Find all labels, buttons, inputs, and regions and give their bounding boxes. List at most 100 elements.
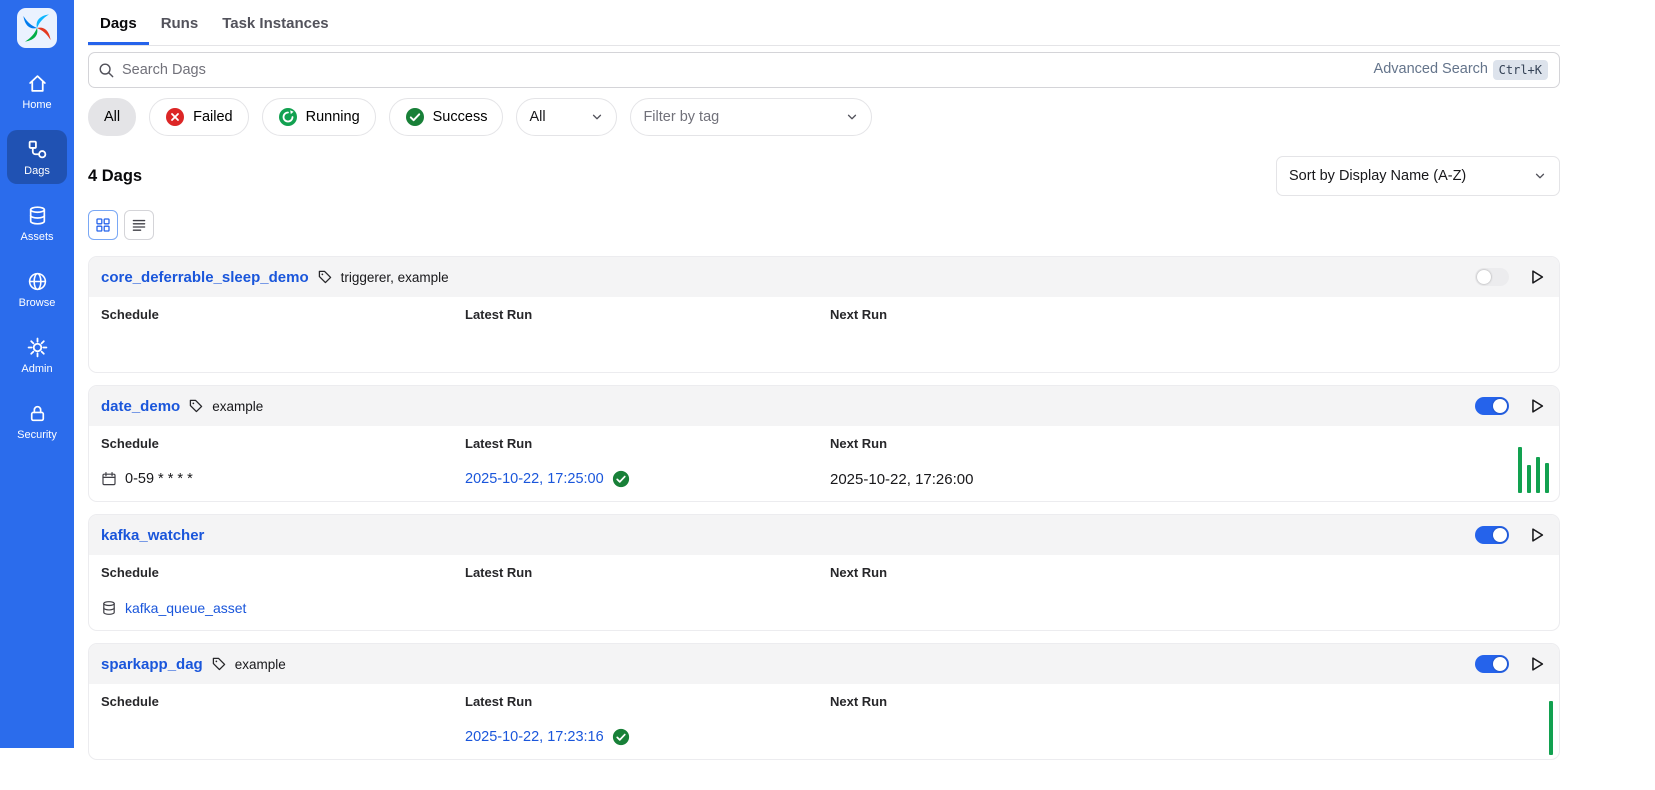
sort-select[interactable]: Sort by Display Name (A-Z) (1276, 156, 1560, 196)
advanced-search-link[interactable]: Advanced Search (1374, 61, 1488, 77)
run-history-bars[interactable] (1518, 447, 1549, 493)
chevron-down-icon (845, 110, 859, 124)
card-view-button[interactable] (88, 210, 118, 240)
latest-run-link[interactable]: 2025-10-22, 17:23:16 (465, 729, 604, 745)
tab-dags[interactable]: Dags (88, 0, 149, 45)
dag-pause-toggle[interactable] (1475, 268, 1509, 286)
home-icon (27, 73, 48, 94)
airflow-logo[interactable] (17, 8, 57, 48)
latest-run-link[interactable]: 2025-10-22, 17:25:00 (465, 471, 604, 487)
table-view-button[interactable] (124, 210, 154, 240)
chevron-down-icon (1533, 169, 1547, 183)
tab-runs[interactable]: Runs (149, 0, 211, 45)
schedule-column-label: Schedule (101, 694, 465, 709)
app-window: Home Dags Assets Browse (0, 0, 1655, 748)
dag-card: sparkapp_dag example (88, 643, 1560, 760)
dag-card-body: Schedule Latest Run Next Run 2025-10-22,… (89, 684, 1559, 759)
dag-count: 4 Dags (88, 167, 142, 186)
latest-run-column-label: Latest Run (465, 436, 830, 451)
dag-name-link[interactable]: sparkapp_dag (101, 656, 203, 673)
schedule-column-label: Schedule (101, 565, 465, 580)
dag-pause-toggle[interactable] (1475, 397, 1509, 415)
sidebar: Home Dags Assets Browse (0, 0, 74, 748)
dag-name-link[interactable]: core_deferrable_sleep_demo (101, 269, 309, 286)
play-icon (1528, 268, 1546, 286)
sidebar-item-admin[interactable]: Admin (7, 328, 67, 382)
run-bar[interactable] (1527, 465, 1531, 493)
trigger-dag-button[interactable] (1527, 267, 1547, 287)
dag-list: core_deferrable_sleep_demo triggerer, ex… (88, 256, 1560, 760)
latest-run-column-label: Latest Run (465, 694, 830, 709)
dag-card: core_deferrable_sleep_demo triggerer, ex… (88, 256, 1560, 373)
tag-icon (188, 398, 204, 414)
tab-task-instances[interactable]: Task Instances (210, 0, 340, 45)
dag-card-body: Schedule Latest Run Next Run 0-59 * * * … (89, 426, 1559, 501)
search-icon (98, 62, 114, 78)
dag-card-header: sparkapp_dag example (89, 644, 1559, 684)
dag-pause-toggle[interactable] (1475, 526, 1509, 544)
sidebar-item-dags[interactable]: Dags (7, 130, 67, 184)
tag-filter-placeholder: Filter by tag (643, 109, 719, 125)
dag-tags: example (235, 657, 286, 672)
success-check-icon (612, 728, 630, 746)
tag-icon (317, 269, 333, 285)
browse-globe-icon (27, 271, 48, 292)
running-state-icon (278, 107, 298, 127)
schedule-asset-link[interactable]: kafka_queue_asset (125, 600, 246, 616)
latest-run-column-label: Latest Run (465, 565, 830, 580)
schedule-column-label: Schedule (101, 436, 465, 451)
filter-running-button[interactable]: Running (262, 98, 376, 136)
tag-filter-select[interactable]: Filter by tag (630, 98, 872, 136)
run-bar[interactable] (1518, 447, 1522, 493)
admin-gear-icon (27, 337, 48, 358)
filter-label: Running (306, 109, 360, 125)
filter-failed-button[interactable]: Failed (149, 98, 249, 136)
dag-card-header: kafka_watcher (89, 515, 1559, 555)
filter-all-button[interactable]: All (88, 98, 136, 136)
sidebar-item-home[interactable]: Home (7, 64, 67, 118)
asset-database-icon (101, 600, 117, 616)
success-state-icon (405, 107, 425, 127)
trigger-dag-button[interactable] (1527, 654, 1547, 674)
sidebar-item-security[interactable]: Security (7, 394, 67, 448)
sidebar-item-assets[interactable]: Assets (7, 196, 67, 250)
security-lock-icon (27, 403, 48, 424)
grid-view-icon (95, 217, 111, 233)
filter-label: Success (433, 109, 488, 125)
sidebar-item-label: Admin (21, 363, 52, 375)
dag-pause-toggle[interactable] (1475, 655, 1509, 673)
sidebar-item-browse[interactable]: Browse (7, 262, 67, 316)
tag-icon (211, 656, 227, 672)
paused-filter-select[interactable]: All (516, 98, 617, 136)
dag-card: date_demo example (88, 385, 1560, 502)
next-run-column-label: Next Run (830, 694, 1547, 709)
dag-tags: triggerer, example (341, 270, 449, 285)
search-input[interactable] (88, 52, 1560, 88)
sidebar-item-label: Assets (20, 231, 53, 243)
dag-card-body: Schedule Latest Run Next Run (89, 297, 1559, 372)
run-history-bars[interactable] (1549, 701, 1553, 755)
next-run-column-label: Next Run (830, 436, 1547, 451)
dag-tags: example (212, 399, 263, 414)
play-icon (1528, 397, 1546, 415)
run-bar[interactable] (1549, 701, 1553, 755)
trigger-dag-button[interactable] (1527, 396, 1547, 416)
main-content: Dags Runs Task Instances Advanced Search… (74, 0, 1655, 748)
dag-name-link[interactable]: date_demo (101, 398, 180, 415)
schedule-column-label: Schedule (101, 307, 465, 322)
sidebar-item-label: Browse (19, 297, 56, 309)
play-icon (1528, 526, 1546, 544)
trigger-dag-button[interactable] (1527, 525, 1547, 545)
dag-card-body: Schedule Latest Run Next Run (89, 555, 1559, 630)
next-run-column-label: Next Run (830, 565, 1547, 580)
list-view-icon (131, 217, 147, 233)
dag-name-link[interactable]: kafka_watcher (101, 527, 204, 544)
view-toggle-group (88, 210, 1560, 240)
filter-success-button[interactable]: Success (389, 98, 504, 136)
filter-label: All (104, 109, 120, 125)
run-bar[interactable] (1536, 457, 1540, 493)
next-run-column-label: Next Run (830, 307, 1547, 322)
top-tabs: Dags Runs Task Instances (88, 0, 1560, 46)
filter-label: Failed (193, 109, 233, 125)
run-bar[interactable] (1545, 463, 1549, 493)
